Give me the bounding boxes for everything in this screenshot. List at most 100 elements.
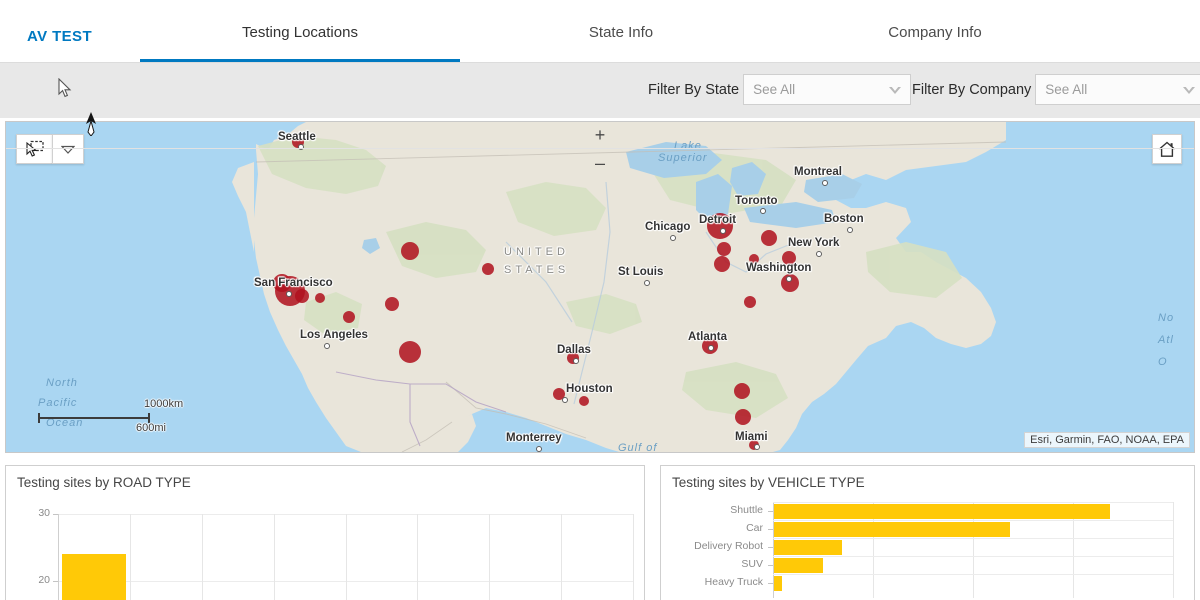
testing-site-marker[interactable] xyxy=(401,242,419,260)
testing-site-marker[interactable] xyxy=(579,396,589,406)
y-axis-tick-mark xyxy=(768,583,773,584)
chart-gridline xyxy=(773,520,1173,521)
y-axis-tick-mark xyxy=(768,529,773,530)
filter-bar: Filter By State See All Filter By Compan… xyxy=(0,62,1200,118)
map-attribution: Esri, Garmin, FAO, NOAA, EPA xyxy=(1024,432,1190,448)
city-dot-icon xyxy=(670,235,676,241)
city-label: Monterrey xyxy=(506,432,562,444)
y-axis-tick-mark xyxy=(768,565,773,566)
vehicle-type-category-label: Shuttle xyxy=(661,504,763,516)
map-container[interactable]: SeattleSan FranciscoLos AngelesChicagoDe… xyxy=(5,121,1195,453)
testing-site-marker[interactable] xyxy=(482,263,494,275)
city-label: Miami xyxy=(735,431,768,443)
chart-gridline xyxy=(773,538,1173,539)
map-scale-bar: 1000km 600mi xyxy=(36,400,186,440)
city-label: Detroit xyxy=(699,214,736,226)
country-label-states: STATES xyxy=(504,264,569,276)
filter-by-state-label: Filter By State xyxy=(648,82,739,98)
city-label: Houston xyxy=(566,383,613,395)
tab-state-info[interactable]: State Info xyxy=(474,24,768,62)
y-axis-line xyxy=(58,514,59,600)
vehicle-type-bar[interactable] xyxy=(774,540,842,555)
testing-site-marker[interactable] xyxy=(385,297,399,311)
y-axis-tick-label: 30 xyxy=(18,507,50,519)
scale-mi-label: 600mi xyxy=(136,422,166,434)
vehicle-type-plot-area[interactable]: Shuttle Car Delivery Robot SUV Heavy Truck xyxy=(661,466,1196,600)
city-dot-icon xyxy=(286,291,292,297)
testing-site-marker[interactable] xyxy=(399,341,421,363)
testing-site-marker[interactable] xyxy=(735,409,751,425)
city-dot-icon xyxy=(644,280,650,286)
road-type-plot-area[interactable]: 102030 xyxy=(6,466,646,600)
chart-gridline xyxy=(274,514,275,600)
city-dot-icon xyxy=(324,343,330,349)
testing-site-marker[interactable] xyxy=(343,311,355,323)
app-brand-title: AV TEST xyxy=(27,28,92,45)
water-body-label: No xyxy=(1158,312,1174,324)
water-body-label: Gulf of xyxy=(618,442,657,452)
road-type-bar[interactable] xyxy=(62,554,125,600)
y-axis-tick-label: 20 xyxy=(18,574,50,586)
testing-site-marker[interactable] xyxy=(714,256,730,272)
zoom-in-button[interactable]: + xyxy=(6,122,1194,149)
city-label: Chicago xyxy=(645,221,690,233)
scale-km-label: 1000km xyxy=(144,398,183,410)
zoom-out-button[interactable]: – xyxy=(6,149,1194,176)
city-dot-icon xyxy=(760,208,766,214)
city-dot-icon xyxy=(573,358,579,364)
vehicle-type-bar[interactable] xyxy=(774,522,1010,537)
y-axis-tick-mark xyxy=(768,511,773,512)
filter-by-state-select[interactable]: See All xyxy=(743,74,911,105)
chart-panel-vehicle-type: Testing sites by VEHICLE TYPE ShuttleCar… xyxy=(660,465,1195,600)
chart-gridline xyxy=(773,502,1173,503)
city-dot-icon xyxy=(847,227,853,233)
chart-gridline xyxy=(202,514,203,600)
city-dot-icon xyxy=(562,397,568,403)
testing-site-marker[interactable] xyxy=(295,289,309,303)
testing-site-marker[interactable] xyxy=(717,242,731,256)
city-dot-icon xyxy=(786,276,792,282)
city-label: San Francisco xyxy=(254,277,333,289)
av-test-dashboard: AV TEST Testing Locations State Info Com… xyxy=(0,0,1200,600)
chart-gridline xyxy=(561,514,562,600)
city-dot-icon xyxy=(754,444,760,450)
filter-by-company-group: Filter By Company See All xyxy=(912,74,1200,105)
vehicle-type-bar[interactable] xyxy=(774,576,782,591)
city-label: Boston xyxy=(824,213,864,225)
chart-gridline xyxy=(633,514,634,600)
city-dot-icon xyxy=(816,251,822,257)
tab-testing-locations[interactable]: Testing Locations xyxy=(140,24,460,62)
top-navigation-bar: AV TEST Testing Locations State Info Com… xyxy=(0,0,1200,62)
chart-gridline xyxy=(773,574,1173,575)
vehicle-type-bar[interactable] xyxy=(774,504,1110,519)
city-dot-icon xyxy=(536,446,542,452)
city-label: Los Angeles xyxy=(300,329,368,341)
vehicle-type-category-label: SUV xyxy=(661,558,763,570)
vehicle-type-category-label: Delivery Robot xyxy=(661,540,763,552)
city-label: Dallas xyxy=(557,344,591,356)
vehicle-type-category-label: Heavy Truck xyxy=(661,576,763,588)
city-dot-icon xyxy=(708,345,714,351)
city-label: St Louis xyxy=(618,266,663,278)
water-body-label: O xyxy=(1158,356,1168,368)
tab-company-info[interactable]: Company Info xyxy=(788,24,1082,62)
tab-company-info-label: Company Info xyxy=(888,24,981,41)
vehicle-type-category-label: Car xyxy=(661,522,763,534)
testing-site-marker[interactable] xyxy=(761,230,777,246)
chevron-down-icon xyxy=(889,87,901,94)
city-label: Washington xyxy=(746,262,811,274)
chevron-down-icon xyxy=(1183,87,1195,94)
testing-site-marker[interactable] xyxy=(734,383,750,399)
filter-by-company-select[interactable]: See All xyxy=(1035,74,1200,105)
tab-state-info-label: State Info xyxy=(589,24,653,41)
testing-site-marker[interactable] xyxy=(315,293,325,303)
tab-list: Testing Locations State Info Company Inf… xyxy=(140,0,1200,62)
map-canvas[interactable]: SeattleSan FranciscoLos AngelesChicagoDe… xyxy=(6,122,1194,452)
vehicle-type-bar[interactable] xyxy=(774,558,823,573)
zoom-controls[interactable]: + – xyxy=(6,122,32,176)
water-body-label: Atl xyxy=(1158,334,1174,346)
testing-site-marker[interactable] xyxy=(744,296,756,308)
chart-gridline xyxy=(417,514,418,600)
filter-by-company-value: See All xyxy=(1036,82,1087,97)
water-body-label: North xyxy=(46,377,78,389)
